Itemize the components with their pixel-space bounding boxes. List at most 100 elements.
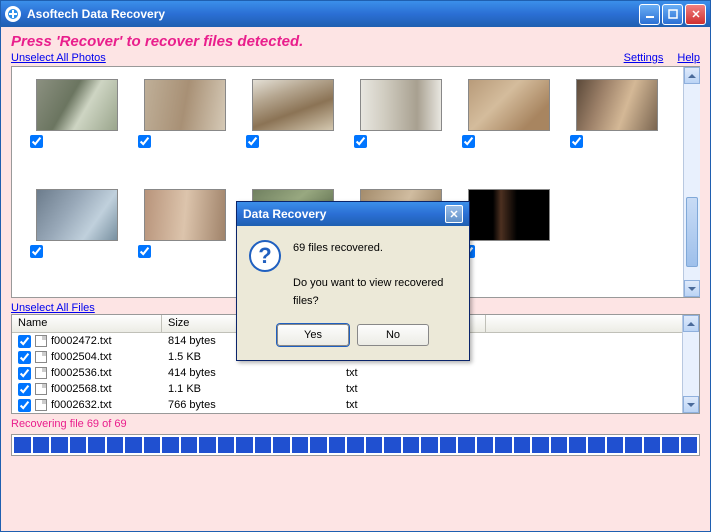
instruction-text: Press 'Recover' to recover files detecte… xyxy=(11,33,700,50)
table-row[interactable]: f0002568.txt1.1 KBtxt xyxy=(12,381,699,397)
photo-checkbox[interactable] xyxy=(462,135,475,148)
progress-segment xyxy=(421,437,438,453)
column-header-name[interactable]: Name xyxy=(12,315,162,332)
photo-checkbox[interactable] xyxy=(30,135,43,148)
progress-segment xyxy=(218,437,235,453)
photo-item[interactable] xyxy=(562,79,670,189)
photo-thumbnail[interactable] xyxy=(468,189,550,241)
unselect-all-files-link[interactable]: Unselect All Files xyxy=(11,302,95,314)
maximize-button[interactable] xyxy=(662,4,683,25)
file-extension: txt xyxy=(340,399,486,411)
progress-bar xyxy=(11,434,700,456)
no-button[interactable]: No xyxy=(357,324,429,346)
photo-checkbox[interactable] xyxy=(570,135,583,148)
titlebar: Asoftech Data Recovery xyxy=(1,1,710,27)
file-extension: txt xyxy=(340,367,486,379)
files-scrollbar[interactable] xyxy=(682,315,699,413)
photo-checkbox[interactable] xyxy=(138,245,151,258)
photo-item[interactable] xyxy=(22,79,130,189)
file-size: 1.1 KB xyxy=(162,383,340,395)
photo-thumbnail[interactable] xyxy=(144,79,226,131)
file-checkbox[interactable] xyxy=(18,335,31,348)
photo-thumbnail[interactable] xyxy=(36,189,118,241)
photo-item[interactable] xyxy=(130,189,238,298)
progress-segment xyxy=(569,437,586,453)
file-checkbox[interactable] xyxy=(18,351,31,364)
progress-segment xyxy=(532,437,549,453)
files-scroll-up-button[interactable] xyxy=(683,315,699,332)
scroll-down-button[interactable] xyxy=(684,280,700,297)
progress-segment xyxy=(644,437,661,453)
progress-segment xyxy=(551,437,568,453)
scroll-thumb[interactable] xyxy=(686,197,698,267)
help-link[interactable]: Help xyxy=(677,52,700,64)
progress-segment xyxy=(70,437,87,453)
file-name: f0002536.txt xyxy=(51,367,112,379)
file-icon xyxy=(35,335,47,347)
progress-segment xyxy=(273,437,290,453)
scroll-up-button[interactable] xyxy=(684,67,700,84)
progress-segment xyxy=(181,437,198,453)
file-extension: txt xyxy=(340,383,486,395)
photo-item[interactable] xyxy=(238,79,346,189)
progress-segment xyxy=(199,437,216,453)
file-icon xyxy=(35,367,47,379)
photo-thumbnail[interactable] xyxy=(36,79,118,131)
progress-segment xyxy=(588,437,605,453)
progress-segment xyxy=(440,437,457,453)
table-row[interactable]: f0002536.txt414 bytestxt xyxy=(12,365,699,381)
photo-checkbox[interactable] xyxy=(30,245,43,258)
photo-item[interactable] xyxy=(454,189,562,298)
table-row[interactable]: f0002632.txt766 bytestxt xyxy=(12,397,699,413)
dialog-close-button[interactable] xyxy=(445,205,463,223)
progress-segment xyxy=(329,437,346,453)
photo-thumbnail[interactable] xyxy=(252,79,334,131)
column-header-empty[interactable] xyxy=(486,315,699,332)
file-checkbox[interactable] xyxy=(18,367,31,380)
dialog-message: 69 files recovered. Do you want to view … xyxy=(293,240,457,310)
unselect-all-photos-link[interactable]: Unselect All Photos xyxy=(11,52,106,64)
photo-thumbnail[interactable] xyxy=(468,79,550,131)
status-text: Recovering file 69 of 69 xyxy=(11,418,700,430)
photo-item[interactable] xyxy=(346,79,454,189)
dialog-title: Data Recovery xyxy=(243,207,326,221)
progress-segment xyxy=(625,437,642,453)
photo-item[interactable] xyxy=(22,189,130,298)
progress-segment xyxy=(310,437,327,453)
app-window: Asoftech Data Recovery Press 'Recover' t… xyxy=(0,0,711,532)
photo-item[interactable] xyxy=(130,79,238,189)
progress-segment xyxy=(144,437,161,453)
files-scroll-down-button[interactable] xyxy=(683,396,699,413)
progress-segment xyxy=(477,437,494,453)
close-button[interactable] xyxy=(685,4,706,25)
progress-segment xyxy=(514,437,531,453)
dialog-titlebar: Data Recovery xyxy=(237,202,469,226)
minimize-button[interactable] xyxy=(639,4,660,25)
photo-checkbox[interactable] xyxy=(138,135,151,148)
window-title: Asoftech Data Recovery xyxy=(27,7,639,21)
photo-thumbnail[interactable] xyxy=(144,189,226,241)
photo-checkbox[interactable] xyxy=(246,135,259,148)
progress-segment xyxy=(366,437,383,453)
progress-segment xyxy=(347,437,364,453)
photo-thumbnail[interactable] xyxy=(360,79,442,131)
progress-segment xyxy=(662,437,679,453)
file-checkbox[interactable] xyxy=(18,399,31,412)
progress-segment xyxy=(255,437,272,453)
photo-item[interactable] xyxy=(454,79,562,189)
photo-scrollbar[interactable] xyxy=(683,67,700,297)
yes-button[interactable]: Yes xyxy=(277,324,349,346)
dialog-line1: 69 files recovered. xyxy=(293,240,457,258)
dialog-line2: Do you want to view recovered files? xyxy=(293,275,457,310)
file-icon xyxy=(35,383,47,395)
progress-segment xyxy=(162,437,179,453)
progress-segment xyxy=(384,437,401,453)
photo-checkbox[interactable] xyxy=(354,135,367,148)
photo-thumbnail[interactable] xyxy=(576,79,658,131)
settings-link[interactable]: Settings xyxy=(624,52,664,64)
file-checkbox[interactable] xyxy=(18,383,31,396)
file-name: f0002504.txt xyxy=(51,351,112,363)
file-icon xyxy=(35,351,47,363)
progress-segment xyxy=(14,437,31,453)
progress-segment xyxy=(107,437,124,453)
